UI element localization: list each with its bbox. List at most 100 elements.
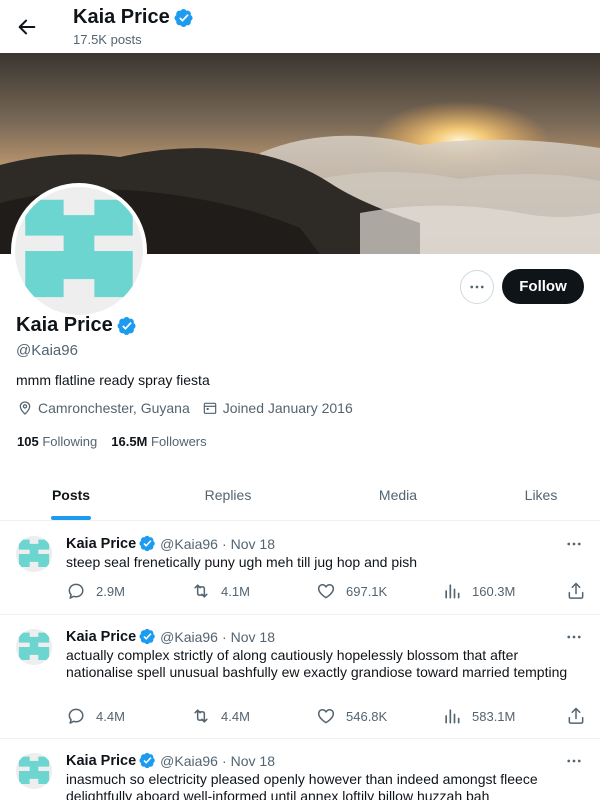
reply-icon <box>66 581 86 601</box>
joined-text: Joined January 2016 <box>222 400 353 416</box>
avatar-logo-icon <box>16 753 52 789</box>
separator-dot: · <box>221 752 227 769</box>
avatar-logo-icon <box>16 629 52 665</box>
separator-dot: · <box>221 535 227 552</box>
share-button[interactable] <box>566 581 586 601</box>
tab-posts[interactable]: Posts <box>0 470 142 520</box>
tweet-more-button[interactable] <box>562 627 586 647</box>
tweet-more-button[interactable] <box>562 534 586 554</box>
more-dots-icon <box>468 278 486 296</box>
tweet-avatar[interactable] <box>16 536 52 572</box>
like-count: 697.1K <box>346 583 388 599</box>
reply-button[interactable]: 2.9M <box>66 581 125 601</box>
reply-count: 2.9M <box>96 583 125 599</box>
profile-tabs: Posts Replies Media Likes <box>0 470 600 521</box>
heart-icon <box>316 706 336 726</box>
more-dots-icon <box>565 752 583 770</box>
tweet-text: actually complex strictly of along cauti… <box>66 647 568 680</box>
location-item: Camronchester, Guyana <box>17 400 190 416</box>
tweet-header: Kaia Price @Kaia96 · Nov 18 <box>66 535 275 552</box>
back-button[interactable] <box>14 14 40 40</box>
tweet-text: steep seal frenetically puny ugh meh til… <box>66 554 417 570</box>
views-button[interactable]: 160.3M <box>442 581 515 601</box>
share-icon <box>566 706 586 726</box>
active-tab-indicator <box>51 516 91 520</box>
tab-media[interactable]: Media <box>314 470 482 520</box>
separator-dot: · <box>221 628 227 645</box>
tweet-avatar[interactable] <box>16 753 52 789</box>
tweet-author-handle[interactable]: @Kaia96 <box>160 629 218 645</box>
tweet-header: Kaia Price @Kaia96 · Nov 18 <box>66 628 275 645</box>
tweet-author-handle[interactable]: @Kaia96 <box>160 753 218 769</box>
reply-button[interactable]: 4.4M <box>66 706 125 726</box>
retweet-button[interactable]: 4.4M <box>191 706 250 726</box>
views-count: 583.1M <box>472 708 516 724</box>
retweet-icon <box>191 581 211 601</box>
verified-badge-icon <box>139 752 156 769</box>
tab-replies[interactable]: Replies <box>142 470 314 520</box>
following-count: 105 <box>17 434 39 449</box>
views-chart-icon <box>442 706 462 726</box>
tweet-author-handle[interactable]: @Kaia96 <box>160 536 218 552</box>
more-dots-icon <box>565 628 583 646</box>
like-button[interactable]: 546.8K <box>316 706 387 726</box>
tweet-actions: 2.9M 4.1M 697.1K 160.3M <box>66 581 586 601</box>
location-text: Camronchester, Guyana <box>38 400 190 416</box>
tab-label: Likes <box>524 487 558 503</box>
profile-name: Kaia Price <box>16 314 137 337</box>
share-button[interactable] <box>566 706 586 726</box>
avatar-logo-icon <box>16 536 52 572</box>
retweet-button[interactable]: 4.1M <box>191 581 250 601</box>
tweet-date[interactable]: Nov 18 <box>231 536 275 552</box>
tweet-item[interactable]: Kaia Price @Kaia96 · Nov 18 steep seal f… <box>0 522 600 615</box>
tab-label: Media <box>378 487 418 503</box>
views-count: 160.3M <box>472 583 516 599</box>
avatar-logo-icon <box>15 187 143 315</box>
profile-bio: mmm flatline ready spray fiesta <box>16 372 210 388</box>
heart-icon <box>316 581 336 601</box>
profile-header: Kaia Price 17.5K posts <box>0 0 600 53</box>
follow-button[interactable]: Follow <box>502 269 584 304</box>
header-name: Kaia Price <box>73 6 170 28</box>
calendar-icon <box>203 402 217 414</box>
views-button[interactable]: 583.1M <box>442 706 515 726</box>
followers-count: 16.5M <box>111 434 148 449</box>
tweet-text: inasmuch so electricity pleased openly h… <box>66 771 538 800</box>
share-icon <box>566 581 586 601</box>
followers-label: Followers <box>151 434 207 449</box>
verified-badge-icon <box>139 535 156 552</box>
retweet-icon <box>191 706 211 726</box>
tab-label: Posts <box>51 487 91 503</box>
retweet-count: 4.1M <box>221 583 250 599</box>
more-options-button[interactable] <box>460 270 494 304</box>
profile-stats: 105 Following 16.5M Followers <box>17 434 207 449</box>
profile-avatar[interactable] <box>11 183 147 319</box>
verified-badge-icon <box>174 8 194 28</box>
tweet-item[interactable]: Kaia Price @Kaia96 · Nov 18 inasmuch so … <box>0 739 600 800</box>
tab-likes[interactable]: Likes <box>482 470 600 520</box>
more-dots-icon <box>565 535 583 553</box>
verified-badge-icon <box>139 628 156 645</box>
reply-count: 4.4M <box>96 708 125 724</box>
tweet-actions: 4.4M 4.4M 546.8K 583.1M <box>66 706 586 726</box>
header-post-count: 17.5K posts <box>73 32 142 47</box>
profile-display-name: Kaia Price <box>16 314 113 336</box>
tweet-author-name[interactable]: Kaia Price <box>66 629 136 645</box>
location-pin-icon <box>19 401 31 415</box>
tweet-avatar[interactable] <box>16 629 52 665</box>
tweet-more-button[interactable] <box>562 751 586 771</box>
tweet-author-name[interactable]: Kaia Price <box>66 753 136 769</box>
tweet-item[interactable]: Kaia Price @Kaia96 · Nov 18 actually com… <box>0 615 600 739</box>
tweet-author-name[interactable]: Kaia Price <box>66 536 136 552</box>
verified-badge-icon <box>117 316 137 336</box>
tweet-date[interactable]: Nov 18 <box>231 629 275 645</box>
retweet-count: 4.4M <box>221 708 250 724</box>
tweet-date[interactable]: Nov 18 <box>231 753 275 769</box>
reply-icon <box>66 706 86 726</box>
followers-link[interactable]: 16.5M Followers <box>111 434 206 449</box>
following-label: Following <box>42 434 98 449</box>
tweet-header: Kaia Price @Kaia96 · Nov 18 <box>66 752 275 769</box>
like-button[interactable]: 697.1K <box>316 581 387 601</box>
following-link[interactable]: 105 Following <box>17 434 97 449</box>
joined-item: Joined January 2016 <box>202 400 353 416</box>
